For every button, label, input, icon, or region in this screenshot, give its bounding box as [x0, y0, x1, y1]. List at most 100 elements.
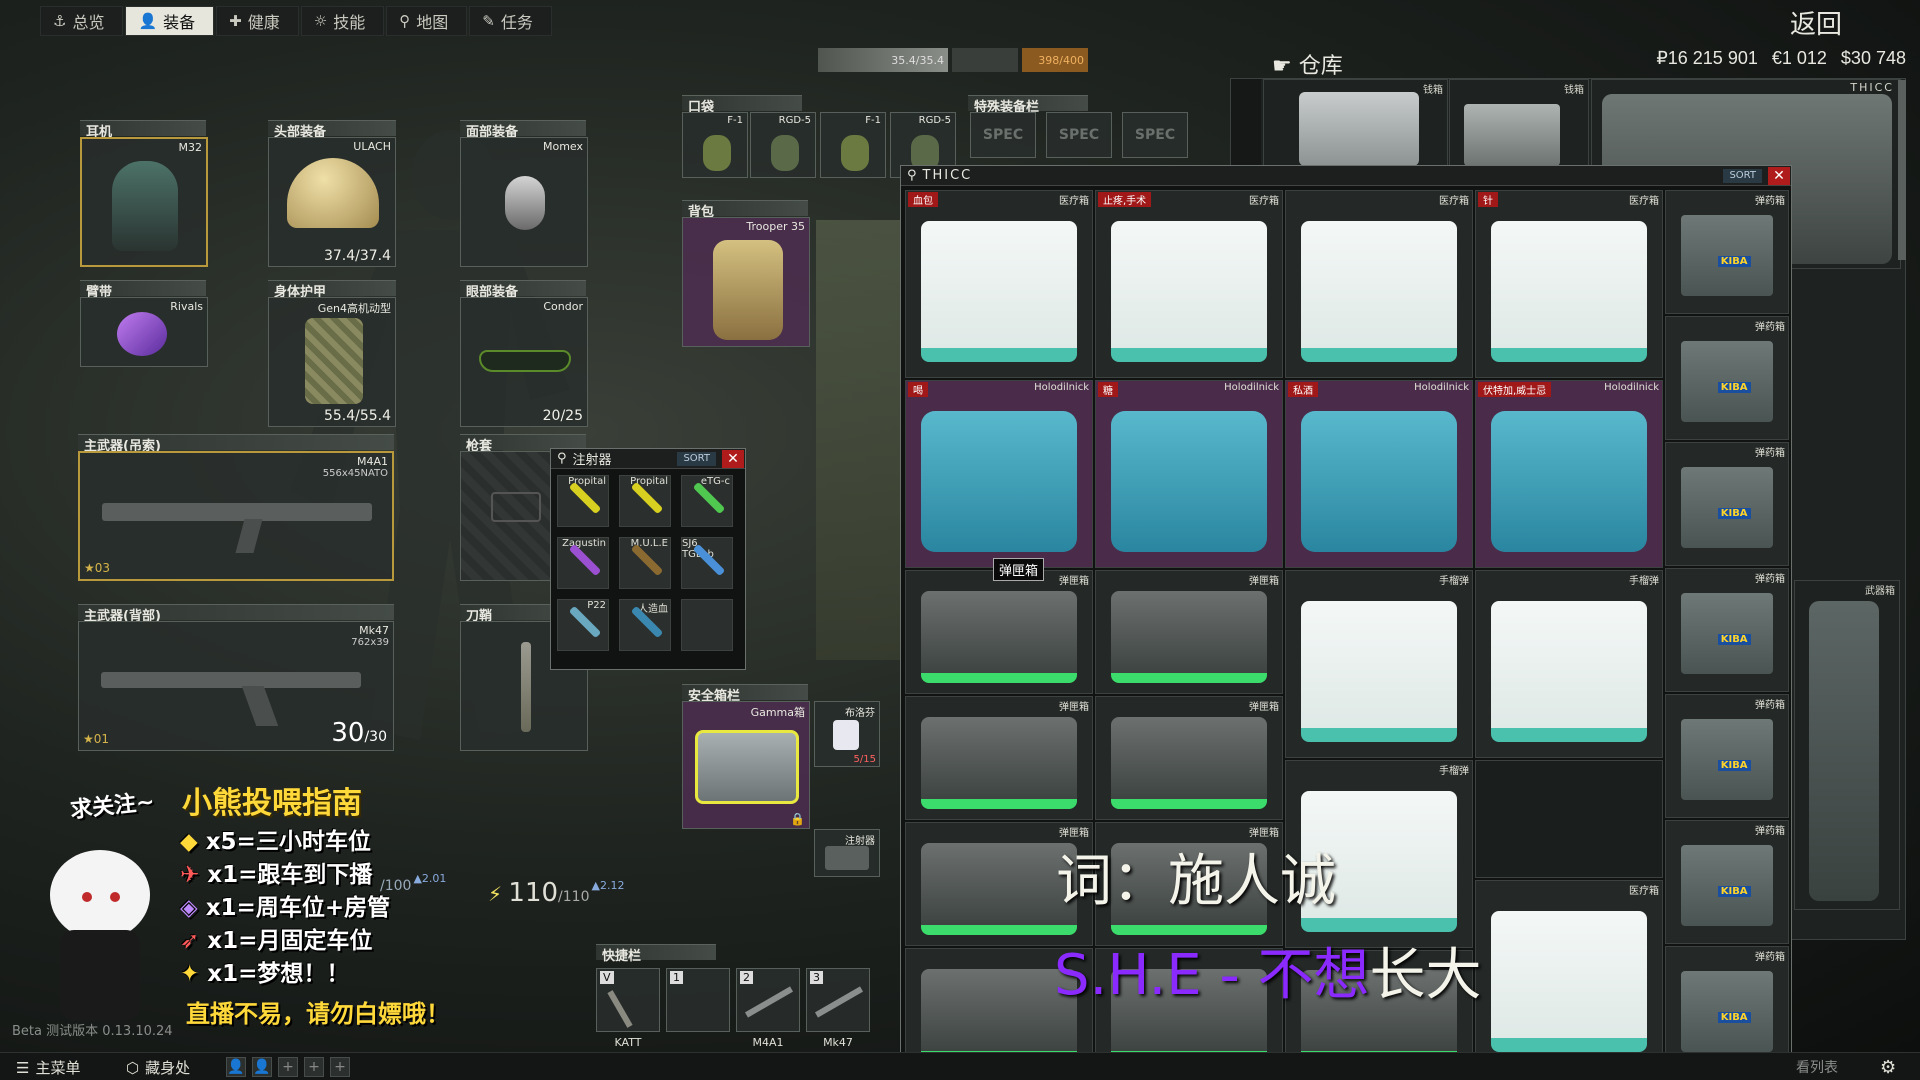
- quickbar-slot[interactable]: V KATT: [596, 968, 660, 1049]
- item-tag: 弹药箱: [1755, 196, 1785, 207]
- armband-slot[interactable]: Rivals: [80, 297, 208, 367]
- item-name: P22: [587, 600, 606, 611]
- tab-overview[interactable]: ⚓ 总览: [40, 6, 124, 36]
- injector-item[interactable]: Propital: [557, 475, 609, 527]
- hideout-button[interactable]: ⬡ 藏身处: [126, 1057, 190, 1078]
- injector-item[interactable]: Zagustin: [557, 537, 609, 589]
- empty-slot[interactable]: [1475, 760, 1663, 878]
- holodilnick-case[interactable]: 私酒 Holodilnick: [1285, 380, 1473, 568]
- primary-weapon-sling-slot[interactable]: M4A1 556x45NATO ★03: [78, 451, 394, 581]
- magazine-case[interactable]: 弹匣箱: [905, 696, 1093, 820]
- item-tag: 弹药箱: [1755, 826, 1785, 837]
- back-button[interactable]: 返回: [1790, 4, 1842, 41]
- quickbar-slot[interactable]: 3 Mk47: [806, 968, 870, 1049]
- special-slot[interactable]: SPEC: [1122, 112, 1188, 158]
- kiba-logo: KIBA: [1717, 381, 1751, 393]
- ammo-box-icon: KIBA: [1680, 593, 1774, 674]
- list-button[interactable]: 看列表: [1796, 1057, 1838, 1077]
- medical-case[interactable]: 医疗箱: [1475, 880, 1663, 1068]
- hotkey: 3: [810, 971, 823, 984]
- sort-button[interactable]: SORT: [677, 451, 716, 466]
- money-case[interactable]: 钱箱: [1449, 79, 1589, 169]
- item-label: 血包: [908, 192, 938, 207]
- primary-weapon-back-slot[interactable]: Mk47 762x39 30/30 ★01: [78, 621, 394, 751]
- empty-slot[interactable]: [681, 599, 733, 651]
- gift-line: ✦ x1=梦想！！: [180, 954, 349, 988]
- add-player-icon[interactable]: +: [278, 1057, 298, 1077]
- injector-item[interactable]: 人造血: [619, 599, 671, 651]
- holodilnick-case[interactable]: 伏特加,威士忌 Holodilnick: [1475, 380, 1663, 568]
- armor-slot[interactable]: Gen4高机动型 55.4/55.4: [268, 297, 396, 427]
- secure-item[interactable]: 布洛芬 5/15: [814, 701, 880, 767]
- slot-label: 臂带: [80, 280, 206, 300]
- money-case[interactable]: 钱箱: [1263, 79, 1448, 169]
- mag-case-icon: [920, 716, 1078, 810]
- secure-item[interactable]: 注射器: [814, 829, 880, 877]
- settings-icon[interactable]: ⚙: [1880, 1057, 1896, 1078]
- holodilnick-case[interactable]: 糖 Holodilnick: [1095, 380, 1283, 568]
- close-button[interactable]: ✕: [722, 449, 744, 468]
- main-menu-button[interactable]: ☰ 主菜单: [16, 1057, 80, 1078]
- ammo-box[interactable]: 弹药箱 KIBA: [1665, 190, 1789, 314]
- magazine-case[interactable]: 弹匣箱: [1095, 570, 1283, 694]
- slot-label: 耳机: [80, 120, 206, 140]
- backpack-slot[interactable]: Trooper 35: [682, 217, 810, 347]
- energy-max: /110: [558, 889, 590, 905]
- secure-container-slot[interactable]: Gamma箱 🔒: [682, 701, 810, 829]
- energy-stat: ⚡ 110/110▲2.12: [488, 878, 625, 908]
- tab-map[interactable]: ⚲ 地图: [386, 6, 468, 36]
- injector-item[interactable]: M.U.L.E: [619, 537, 671, 589]
- med-case-icon: [1490, 910, 1648, 1053]
- tab-label: 地图: [416, 13, 449, 32]
- sort-button[interactable]: SORT: [1723, 168, 1762, 183]
- gift-icon: ◆: [180, 829, 206, 855]
- injector-item[interactable]: eTG-c: [681, 475, 733, 527]
- gift-text: x1=周车位+房管: [205, 895, 391, 921]
- tab-skills[interactable]: ☼ 技能: [300, 6, 385, 36]
- medical-case[interactable]: 针 医疗箱: [1475, 190, 1663, 378]
- ammo-box[interactable]: 弹药箱 KIBA: [1665, 820, 1789, 944]
- magazine-case[interactable]: 弹匣箱: [1095, 696, 1283, 820]
- ammo-box-icon: KIBA: [1680, 341, 1774, 422]
- magazine-case[interactable]: 弹匣箱: [905, 570, 1093, 694]
- tab-gear[interactable]: 👤 装备: [125, 6, 215, 36]
- eyewear-slot[interactable]: Condor 20/25: [460, 297, 588, 427]
- headset-icon: [112, 161, 178, 251]
- add-player-icon[interactable]: +: [304, 1057, 324, 1077]
- add-player-icon[interactable]: +: [330, 1057, 350, 1077]
- face-cover-slot[interactable]: Momex: [460, 137, 588, 267]
- ammo-box[interactable]: 弹药箱 KIBA: [1665, 568, 1789, 692]
- grenade-case[interactable]: 手榴弹: [1285, 570, 1473, 758]
- injector-item[interactable]: SJ6 TGLab: [681, 537, 733, 589]
- holodilnick-case[interactable]: 喝 Holodilnick: [905, 380, 1093, 568]
- player-icon[interactable]: 👤: [252, 1057, 272, 1077]
- tooltip: 弹匣箱: [993, 558, 1045, 581]
- tab-tasks[interactable]: ✎ 任务: [469, 6, 552, 36]
- earpiece-slot[interactable]: M32: [80, 137, 208, 267]
- weapon-case[interactable]: 武器箱: [1794, 580, 1900, 910]
- item-name: Gamma箱: [750, 706, 805, 719]
- item-name: RGD-5: [778, 115, 811, 126]
- pocket-slot[interactable]: F-1: [820, 112, 886, 178]
- special-slot[interactable]: SPEC: [970, 112, 1036, 158]
- pocket-slot[interactable]: RGD-5: [750, 112, 816, 178]
- pocket-slot[interactable]: F-1: [682, 112, 748, 178]
- stash-scrollbar[interactable]: [1898, 80, 1906, 260]
- medical-case[interactable]: 止疼,手术 医疗箱: [1095, 190, 1283, 378]
- close-button[interactable]: ✕: [1768, 166, 1790, 185]
- medical-case[interactable]: 血包 医疗箱: [905, 190, 1093, 378]
- quickbar-slot[interactable]: 2 M4A1: [736, 968, 800, 1049]
- injector-item[interactable]: P22: [557, 599, 609, 651]
- ammo-box[interactable]: 弹药箱 KIBA: [1665, 316, 1789, 440]
- injector-item[interactable]: Propital: [619, 475, 671, 527]
- headwear-slot[interactable]: ULACH 37.4/37.4: [268, 137, 396, 267]
- grenade-case[interactable]: 手榴弹: [1475, 570, 1663, 758]
- ammo-box[interactable]: 弹药箱 KIBA: [1665, 694, 1789, 818]
- tab-health[interactable]: ✚ 健康: [216, 6, 299, 36]
- ammo-box[interactable]: 弹药箱 KIBA: [1665, 442, 1789, 566]
- player-icon[interactable]: 👤: [226, 1057, 246, 1077]
- medical-case[interactable]: 医疗箱: [1285, 190, 1473, 378]
- lightning-icon: ⚡: [488, 882, 509, 906]
- special-slot[interactable]: SPEC: [1046, 112, 1112, 158]
- quickbar-slot[interactable]: 1: [666, 968, 730, 1032]
